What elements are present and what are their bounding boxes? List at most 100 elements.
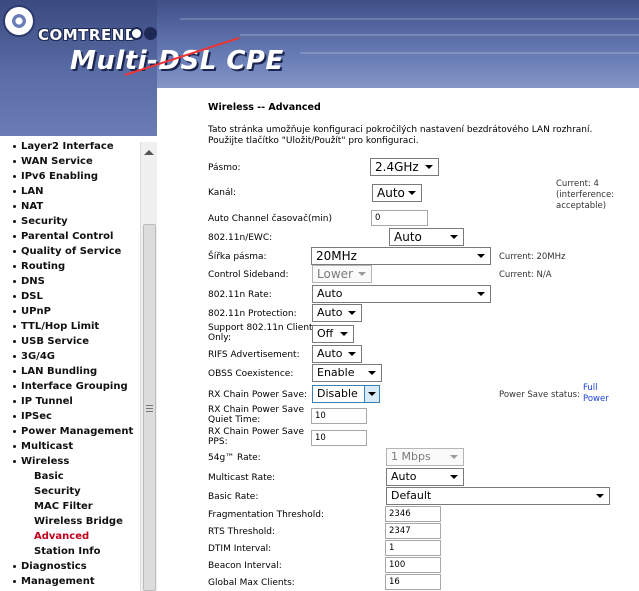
- page-description-line2: Použijte tlačítko "Uložit/Použít" pro ko…: [208, 136, 419, 146]
- product-title: Multi-DSL CPE: [70, 46, 284, 76]
- sidebar-item-usb-service[interactable]: USB Service: [0, 334, 140, 349]
- sidebar-item-ttl-hop-limit[interactable]: TTL/Hop Limit: [0, 319, 140, 334]
- frag-threshold-label: Fragmentation Threshold:: [208, 510, 324, 520]
- rx-quiet-time-label-line2: Quiet Time:: [208, 415, 261, 425]
- banner-stripe: [300, 52, 639, 54]
- ewc-label: 802.11n/EWC:: [208, 233, 273, 243]
- g-rate-select[interactable]: 1 Mbps: [386, 448, 464, 466]
- auto-channel-timer-label: Auto Channel časovač(min): [208, 214, 333, 224]
- obss-select[interactable]: Enable: [312, 364, 382, 382]
- multicast-rate-select[interactable]: Auto: [386, 468, 464, 486]
- scrollbar-thumb[interactable]: [143, 224, 156, 591]
- dtim-input[interactable]: 1: [385, 540, 441, 556]
- rx-quiet-time-label-line1: RX Chain Power Save: [208, 405, 305, 415]
- sidebar-item-diagnostics[interactable]: Diagnostics: [0, 559, 140, 574]
- sidebar-subitem-wireless-bridge[interactable]: Wireless Bridge: [0, 514, 140, 529]
- bandwidth-select[interactable]: 20MHz: [311, 247, 491, 265]
- basic-rate-label: Basic Rate:: [208, 492, 259, 502]
- brand-dots-icon: [130, 27, 158, 43]
- comtrend-logo-icon: [3, 5, 35, 37]
- sidebar-item-parental-control[interactable]: Parental Control: [0, 229, 140, 244]
- banner-stripe: [180, 18, 639, 20]
- sidebar-item-dsl[interactable]: DSL: [0, 289, 140, 304]
- power-save-status-value-line2: Power: [583, 394, 609, 404]
- sidebar-item-wireless[interactable]: Wireless: [0, 454, 140, 469]
- sidebar-item-security[interactable]: Security: [0, 214, 140, 229]
- rx-pps-input[interactable]: 10: [311, 430, 367, 446]
- sidebar-item-nat[interactable]: NAT: [0, 199, 140, 214]
- auto-channel-timer-input[interactable]: 0: [371, 210, 428, 226]
- band-label: Pásmo:: [208, 163, 241, 173]
- scroll-grip-icon: [146, 405, 153, 412]
- max-clients-input[interactable]: 16: [385, 574, 441, 590]
- rts-threshold-label: RTS Threshold:: [208, 527, 276, 537]
- sidebar-item-3g-4g[interactable]: 3G/4G: [0, 349, 140, 364]
- rifs-label: RIFS Advertisement:: [208, 350, 300, 360]
- sidebar-item-wan-service[interactable]: WAN Service: [0, 154, 140, 169]
- control-sideband-select[interactable]: Lower: [312, 265, 372, 283]
- rifs-select[interactable]: Auto: [312, 345, 362, 363]
- power-save-status-value-line1: Full: [583, 383, 598, 393]
- rx-chain-power-save-label: RX Chain Power Save:: [208, 390, 308, 400]
- banner-stripe: [240, 34, 639, 36]
- n-client-only-select[interactable]: Off: [312, 325, 354, 343]
- sidebar-item-dns[interactable]: DNS: [0, 274, 140, 289]
- sidebar-item-quality-of-service[interactable]: Quality of Service: [0, 244, 140, 259]
- channel-status-line1: Current: 4: [556, 179, 599, 189]
- obss-label: OBSS Coexistence:: [208, 369, 294, 379]
- sidebar-subitem-mac-filter[interactable]: MAC Filter: [0, 499, 140, 514]
- scroll-up-arrow-icon[interactable]: [144, 150, 154, 155]
- sidebar-item-ip-tunnel[interactable]: IP Tunnel: [0, 394, 140, 409]
- rx-pps-label-line1: RX Chain Power Save: [208, 427, 305, 437]
- control-sideband-label: Control Sideband:: [208, 270, 289, 280]
- sidebar-item-routing[interactable]: Routing: [0, 259, 140, 274]
- n-rate-select[interactable]: Auto: [312, 285, 491, 303]
- sidebar-item-power-management[interactable]: Power Management: [0, 424, 140, 439]
- n-protection-select[interactable]: Auto: [312, 304, 362, 322]
- sidebar-menu: Layer2 Interface WAN Service IPv6 Enabli…: [0, 142, 140, 589]
- beacon-input[interactable]: 100: [385, 557, 441, 573]
- channel-status-line2: (interference:: [556, 190, 615, 200]
- frag-threshold-input[interactable]: 2346: [385, 506, 441, 522]
- control-sideband-status: Current: N/A: [499, 270, 552, 280]
- page-description-line1: Tato stránka umožňuje konfiguraci pokroč…: [208, 125, 593, 135]
- channel-status-line3: acceptable): [556, 201, 607, 211]
- sidebar-item-ipv6-enabling[interactable]: IPv6 Enabling: [0, 169, 140, 184]
- sidebar-item-multicast[interactable]: Multicast: [0, 439, 140, 454]
- max-clients-label: Global Max Clients:: [208, 578, 295, 588]
- n-client-only-label-line1: Support 802.11n Client: [208, 323, 313, 333]
- sidebar-subitem-station-info[interactable]: Station Info: [0, 544, 140, 559]
- channel-label: Kanál:: [208, 188, 237, 198]
- sidebar-item-layer2-interface[interactable]: Layer2 Interface: [0, 142, 140, 154]
- rx-pps-label-line2: PPS:: [208, 437, 228, 447]
- sidebar: Layer2 Interface WAN Service IPv6 Enabli…: [0, 142, 157, 591]
- n-client-only-label-line2: Only:: [208, 333, 231, 343]
- sidebar-subitem-basic[interactable]: Basic: [0, 469, 140, 484]
- sidebar-scrollbar[interactable]: [140, 142, 157, 591]
- sidebar-subitem-advanced[interactable]: Advanced: [0, 529, 140, 544]
- power-save-status-label: Power Save status:: [499, 390, 580, 400]
- sidebar-item-management[interactable]: Management: [0, 574, 140, 589]
- rx-chain-power-save-select[interactable]: Disable: [312, 385, 380, 403]
- sidebar-item-upnp[interactable]: UPnP: [0, 304, 140, 319]
- basic-rate-select[interactable]: Default: [386, 487, 610, 505]
- rts-threshold-input[interactable]: 2347: [385, 523, 441, 539]
- page-title: Wireless -- Advanced: [208, 102, 321, 113]
- multicast-rate-label: Multicast Rate:: [208, 473, 276, 483]
- rx-quiet-time-input[interactable]: 10: [311, 408, 367, 424]
- sidebar-item-interface-grouping[interactable]: Interface Grouping: [0, 379, 140, 394]
- beacon-label: Beacon Interval:: [208, 561, 282, 571]
- channel-select[interactable]: Auto: [372, 184, 422, 202]
- n-protection-label: 802.11n Protection:: [208, 309, 297, 319]
- sidebar-item-lan-bundling[interactable]: LAN Bundling: [0, 364, 140, 379]
- sidebar-item-ipsec[interactable]: IPSec: [0, 409, 140, 424]
- brand-name: COMTREND: [38, 26, 138, 44]
- ewc-select[interactable]: Auto: [389, 228, 464, 246]
- sidebar-item-lan[interactable]: LAN: [0, 184, 140, 199]
- n-rate-label: 802.11n Rate:: [208, 290, 272, 300]
- bandwidth-label: Šířka pásma:: [208, 252, 267, 262]
- sidebar-subitem-security[interactable]: Security: [0, 484, 140, 499]
- dtim-label: DTIM Interval:: [208, 544, 272, 554]
- band-select[interactable]: 2.4GHz: [370, 158, 439, 176]
- g-rate-label: 54g™ Rate:: [208, 453, 261, 463]
